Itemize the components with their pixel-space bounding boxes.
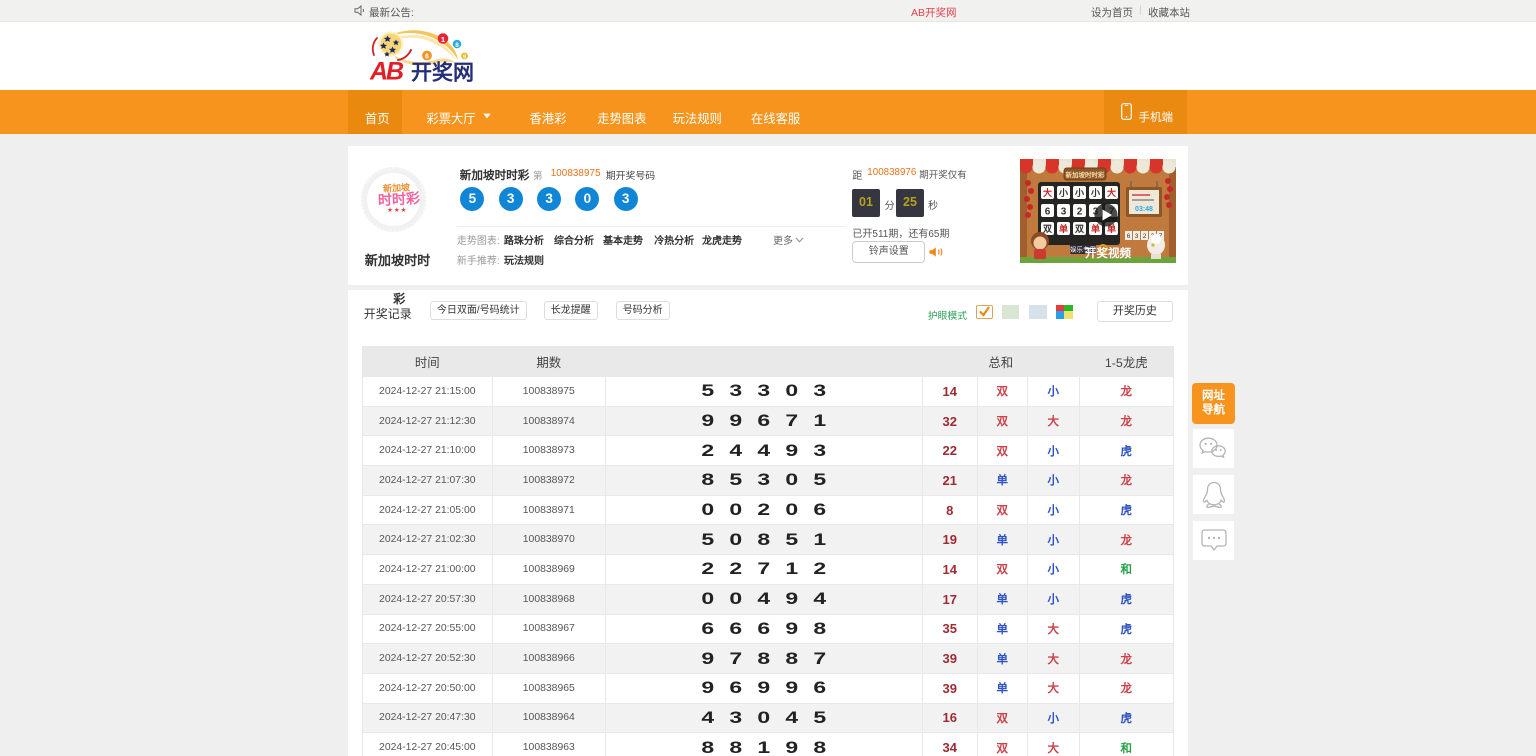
svg-text:2: 2 xyxy=(1142,233,1146,240)
svg-text:6: 6 xyxy=(1044,207,1050,218)
svg-text:大: 大 xyxy=(1107,187,1116,198)
svg-text:8: 8 xyxy=(455,42,459,49)
svg-text:双: 双 xyxy=(1075,224,1084,234)
svg-text:单: 单 xyxy=(1091,223,1100,234)
svg-text:新加坡时时彩: 新加坡时时彩 xyxy=(1065,170,1105,179)
svg-text:3: 3 xyxy=(1060,207,1066,218)
svg-text:9: 9 xyxy=(463,55,466,61)
svg-text:小: 小 xyxy=(1074,187,1084,198)
svg-text:小: 小 xyxy=(1090,187,1100,198)
svg-text:6: 6 xyxy=(425,54,429,61)
svg-text:双: 双 xyxy=(1043,224,1052,234)
svg-text:6: 6 xyxy=(1126,233,1130,240)
svg-text:开奖网: 开奖网 xyxy=(411,61,474,85)
svg-text:03:48: 03:48 xyxy=(1135,206,1153,213)
svg-text:2: 2 xyxy=(1076,207,1082,218)
svg-text:小: 小 xyxy=(1058,187,1068,198)
svg-text:3: 3 xyxy=(1134,233,1138,240)
svg-text:大: 大 xyxy=(1043,187,1052,198)
svg-text:单: 单 xyxy=(1059,223,1068,234)
svg-text:1: 1 xyxy=(441,35,445,44)
svg-text:AB: AB xyxy=(369,58,404,86)
svg-text:开奖视频: 开奖视频 xyxy=(1085,246,1131,260)
